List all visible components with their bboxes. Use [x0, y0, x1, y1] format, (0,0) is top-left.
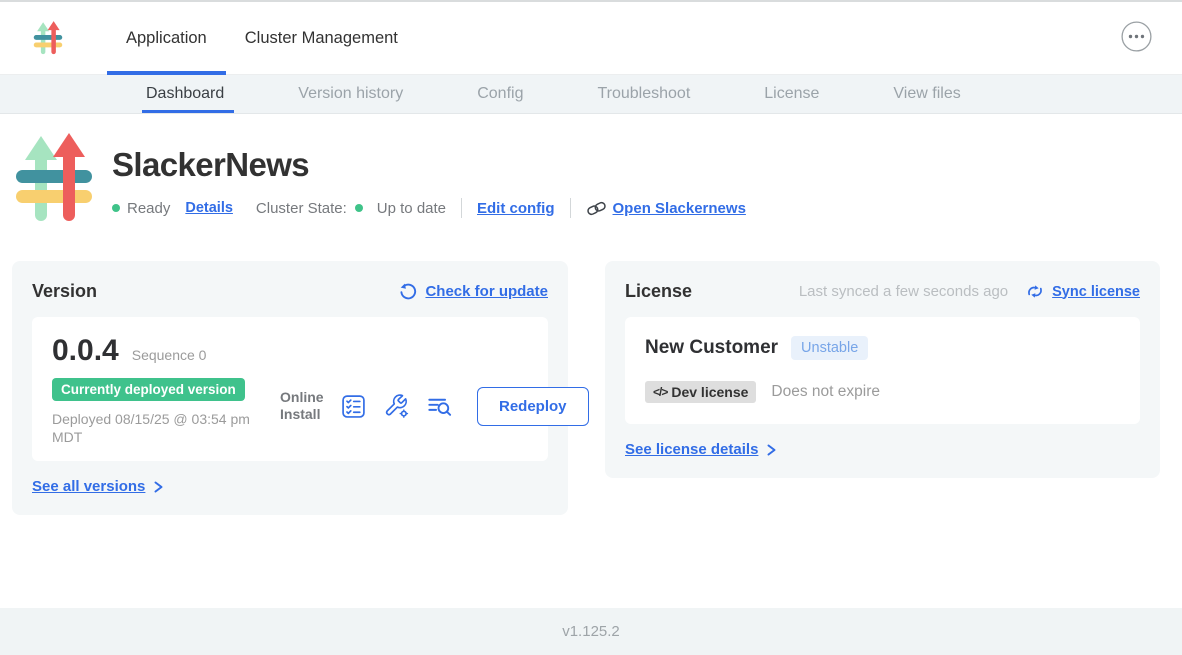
subnav-troubleshoot-label: Troubleshoot	[597, 85, 690, 103]
subnav-item-version-history[interactable]: Version history	[298, 75, 403, 113]
currently-deployed-badge: Currently deployed version	[52, 378, 245, 401]
version-number: 0.0.4	[52, 334, 119, 368]
subnav-item-view-files[interactable]: View files	[893, 75, 960, 113]
view-config-button[interactable]	[383, 393, 410, 420]
tab-cluster-management[interactable]: Cluster Management	[226, 2, 417, 74]
replicated-app-logo-icon	[33, 21, 63, 55]
slackernews-app-icon	[14, 133, 94, 228]
license-type-tag: </> Dev license	[645, 381, 756, 403]
license-type-label: Dev license	[671, 384, 748, 400]
deployed-timestamp: Deployed 08/15/25 @ 03:54 pm MDT	[52, 410, 270, 446]
cluster-state-label: Cluster State:	[256, 200, 347, 217]
primary-nav: Application Cluster Management	[107, 2, 417, 74]
subnav-config-label: Config	[477, 85, 523, 103]
see-license-details-link[interactable]: See license details	[625, 441, 758, 458]
app-subnav: Dashboard Version history Config Trouble…	[0, 75, 1182, 114]
open-app-label: Open Slackernews	[613, 200, 746, 217]
status-details-link[interactable]: Details	[185, 200, 233, 216]
redeploy-button[interactable]: Redeploy	[477, 387, 589, 426]
tab-cluster-management-label: Cluster Management	[245, 29, 398, 48]
customer-name: New Customer	[645, 337, 778, 359]
chevron-right-icon	[152, 480, 165, 494]
code-icon: </>	[653, 385, 667, 399]
license-expiry-text: Does not expire	[771, 383, 880, 401]
checklist-icon	[340, 393, 367, 420]
divider	[570, 198, 571, 218]
subnav-view-files-label: View files	[893, 85, 960, 103]
license-card: License Last synced a few seconds ago Sy…	[605, 261, 1160, 478]
file-search-icon	[426, 393, 454, 420]
install-type-label: Online Install	[280, 389, 324, 423]
license-card-title: License	[625, 281, 692, 302]
tab-application[interactable]: Application	[107, 2, 226, 74]
version-sequence: Sequence 0	[132, 347, 207, 363]
sync-arrows-icon	[1025, 282, 1045, 301]
app-status-row: Ready Details Cluster State: Up to date …	[112, 198, 746, 218]
dashboard-cards: Version Check for update 0.0.4 Sequence …	[0, 228, 1182, 515]
app-header-bar: Application Cluster Management	[0, 2, 1182, 75]
subnav-license-label: License	[764, 85, 819, 103]
footer-bar: v1.125.2	[0, 608, 1182, 655]
ellipsis-icon	[1121, 21, 1152, 55]
cluster-status-dot-icon	[355, 204, 363, 212]
divider	[461, 198, 462, 218]
tab-application-label: Application	[126, 29, 207, 48]
app-title-section: SlackerNews Ready Details Cluster State:…	[0, 114, 1182, 228]
version-card-title: Version	[32, 281, 97, 302]
overflow-menu-button[interactable]	[1121, 21, 1152, 55]
refresh-icon	[399, 283, 417, 301]
edit-config-link[interactable]: Edit config	[477, 200, 555, 217]
console-version-text: v1.125.2	[562, 623, 620, 640]
wrench-gear-icon	[383, 393, 410, 420]
version-card: Version Check for update 0.0.4 Sequence …	[12, 261, 568, 515]
app-status-dot-icon	[112, 204, 120, 212]
cluster-state-text: Up to date	[377, 200, 446, 217]
app-status-text: Ready	[127, 200, 170, 217]
header-spacer	[417, 2, 1121, 74]
see-all-versions-link[interactable]: See all versions	[32, 478, 145, 495]
preflight-checks-button[interactable]	[340, 393, 367, 420]
subnav-item-dashboard[interactable]: Dashboard	[146, 75, 224, 113]
view-diff-button[interactable]	[426, 393, 454, 420]
chevron-right-icon	[765, 443, 778, 457]
last-synced-text: Last synced a few seconds ago	[799, 283, 1008, 300]
license-detail-panel: New Customer Unstable </> Dev license Do…	[625, 317, 1140, 424]
subnav-item-license[interactable]: License	[764, 75, 819, 113]
subnav-version-history-label: Version history	[298, 85, 403, 103]
channel-badge: Unstable	[791, 336, 868, 360]
page-title: SlackerNews	[112, 146, 746, 184]
subnav-item-troubleshoot[interactable]: Troubleshoot	[597, 75, 690, 113]
subnav-item-config[interactable]: Config	[477, 75, 523, 113]
sync-license-link[interactable]: Sync license	[1052, 284, 1140, 300]
open-app-link[interactable]: Open Slackernews	[586, 199, 746, 218]
check-for-update-link[interactable]: Check for update	[425, 283, 548, 300]
current-version-panel: 0.0.4 Sequence 0 Currently deployed vers…	[32, 317, 548, 461]
subnav-dashboard-label: Dashboard	[146, 85, 224, 103]
link-chain-icon	[586, 199, 607, 218]
